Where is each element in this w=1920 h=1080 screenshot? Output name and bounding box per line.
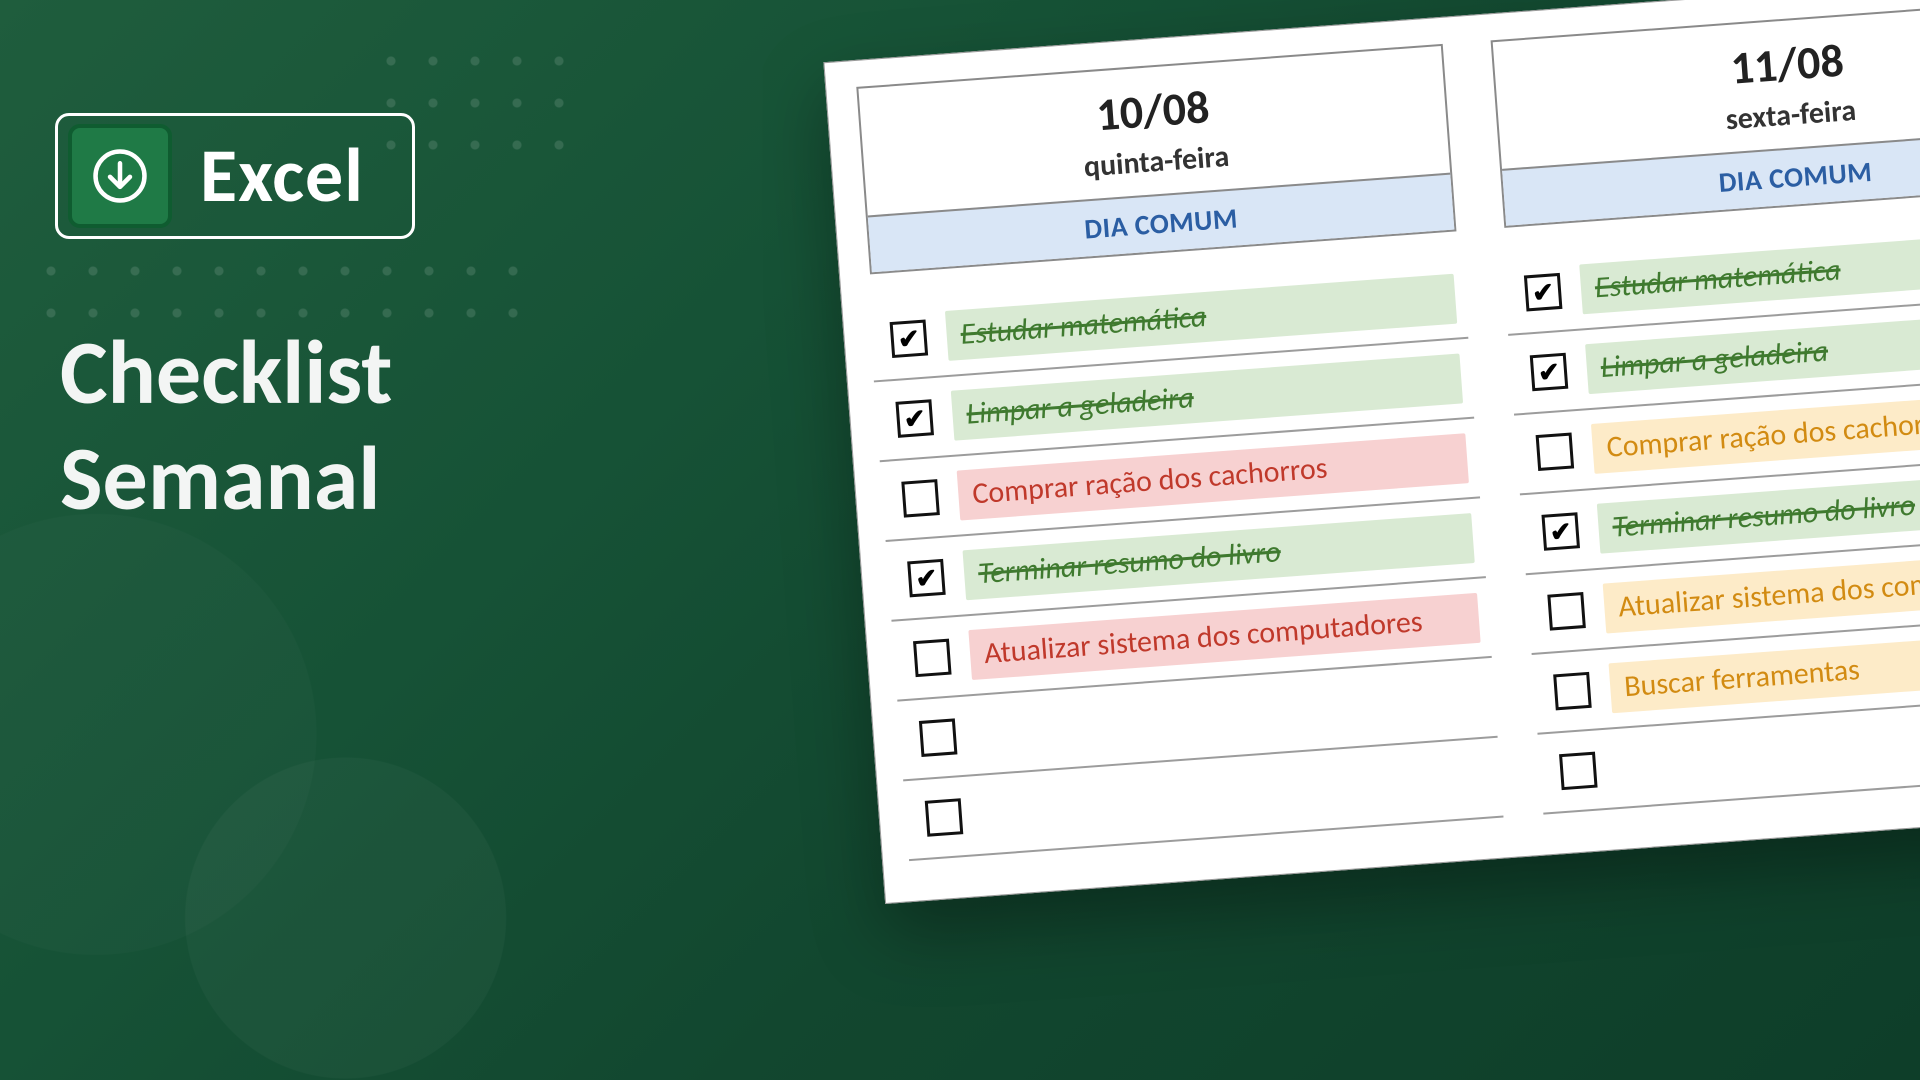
checkbox-icon[interactable] <box>919 718 958 757</box>
checkbox-icon[interactable] <box>1524 273 1563 312</box>
excel-badge-label: Excel <box>200 130 364 222</box>
checkbox-icon[interactable] <box>913 639 952 678</box>
checkbox-icon[interactable] <box>1559 752 1598 791</box>
spreadsheet-card: 10/08 quinta-feira DIA COMUM Estudar mat… <box>823 0 1920 904</box>
title-line-1: Checklist <box>60 320 392 426</box>
checkbox-icon[interactable] <box>1530 353 1569 392</box>
task-list: Estudar matemática Limpar a geladeira Co… <box>1502 212 1920 814</box>
download-arrow-icon <box>68 124 172 228</box>
checkbox-icon[interactable] <box>901 479 940 518</box>
checkbox-icon[interactable] <box>907 559 946 598</box>
task-list: Estudar matemática Limpar a geladeira Co… <box>868 259 1503 861</box>
excel-badge: Excel <box>55 113 415 239</box>
checkbox-icon[interactable] <box>1541 512 1580 551</box>
day-column: 11/08 sexta-feira DIA COMUM Estudar mate… <box>1486 0 1920 815</box>
checkbox-icon[interactable] <box>895 399 934 438</box>
checkbox-icon[interactable] <box>1536 432 1575 471</box>
checkbox-icon[interactable] <box>1547 592 1586 631</box>
day-column: 10/08 quinta-feira DIA COMUM Estudar mat… <box>852 36 1504 862</box>
stage: Excel Checklist Semanal 10/08 quinta-fei… <box>0 0 1920 1080</box>
spreadsheet-columns: 10/08 quinta-feira DIA COMUM Estudar mat… <box>824 0 1920 903</box>
day-header: 11/08 sexta-feira DIA COMUM <box>1491 0 1920 228</box>
title-line-2: Semanal <box>60 426 392 532</box>
checkbox-icon[interactable] <box>890 319 929 358</box>
checkbox-icon[interactable] <box>925 798 964 837</box>
checkbox-icon[interactable] <box>1553 672 1592 711</box>
page-title: Checklist Semanal <box>60 320 392 532</box>
task-text: Estudar matemática <box>1579 227 1920 314</box>
day-header: 10/08 quinta-feira DIA COMUM <box>856 44 1456 275</box>
